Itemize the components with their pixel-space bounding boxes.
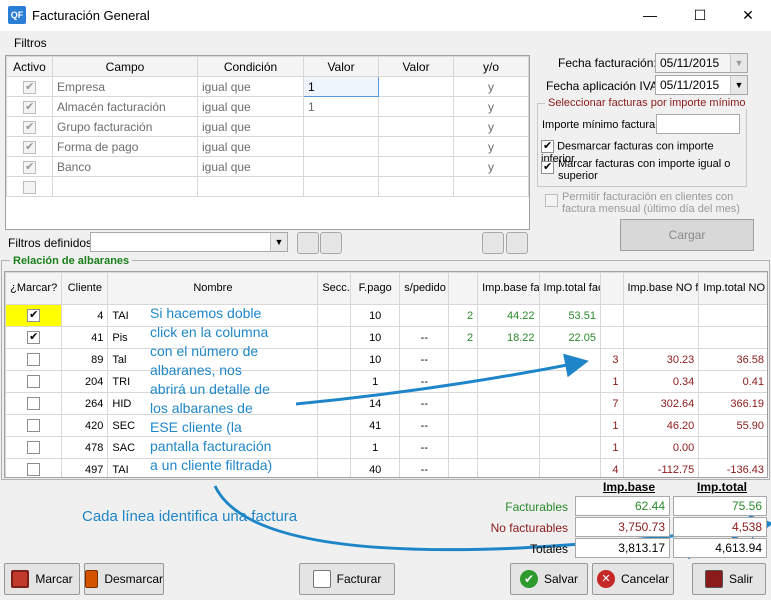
facturables-base: 62.44	[575, 496, 670, 516]
facturar-button[interactable]: Facturar	[299, 563, 395, 595]
unmark-icon	[85, 570, 99, 588]
salvar-label: Salvar	[543, 572, 578, 586]
cancelar-label: Cancelar	[620, 572, 670, 586]
totales-label: Totales	[529, 542, 568, 556]
totales-base: 3,813.17	[575, 538, 670, 558]
check-icon: ✔	[519, 570, 538, 588]
cancelar-button[interactable]: ✕ Cancelar	[592, 563, 674, 595]
desmarcar-label: Desmarcar	[104, 572, 163, 586]
desmarcar-button[interactable]: Desmarcar	[84, 563, 164, 595]
facturables-total: 75.56	[673, 496, 767, 516]
salvar-button[interactable]: ✔ Salvar	[510, 563, 588, 595]
no-facturables-total: 4,538	[673, 517, 767, 537]
invoice-icon	[312, 570, 331, 588]
totales-total: 4,613.94	[673, 538, 767, 558]
summary-header-base: Imp.base	[602, 480, 656, 494]
arrow-to-detail	[295, 353, 589, 406]
facturables-label: Facturables	[505, 500, 568, 514]
facturar-label: Facturar	[336, 572, 382, 586]
no-facturables-label: No facturables	[490, 521, 568, 535]
marcar-label: Marcar	[35, 572, 73, 586]
summary-header-total: Imp.total	[697, 480, 747, 494]
mark-icon	[11, 570, 30, 588]
marcar-button[interactable]: Marcar	[4, 563, 80, 595]
salir-button[interactable]: Salir	[692, 563, 766, 595]
no-facturables-base: 3,750.73	[575, 517, 670, 537]
exit-icon	[704, 570, 723, 588]
salir-label: Salir	[728, 572, 753, 586]
cancel-icon: ✕	[596, 570, 615, 588]
